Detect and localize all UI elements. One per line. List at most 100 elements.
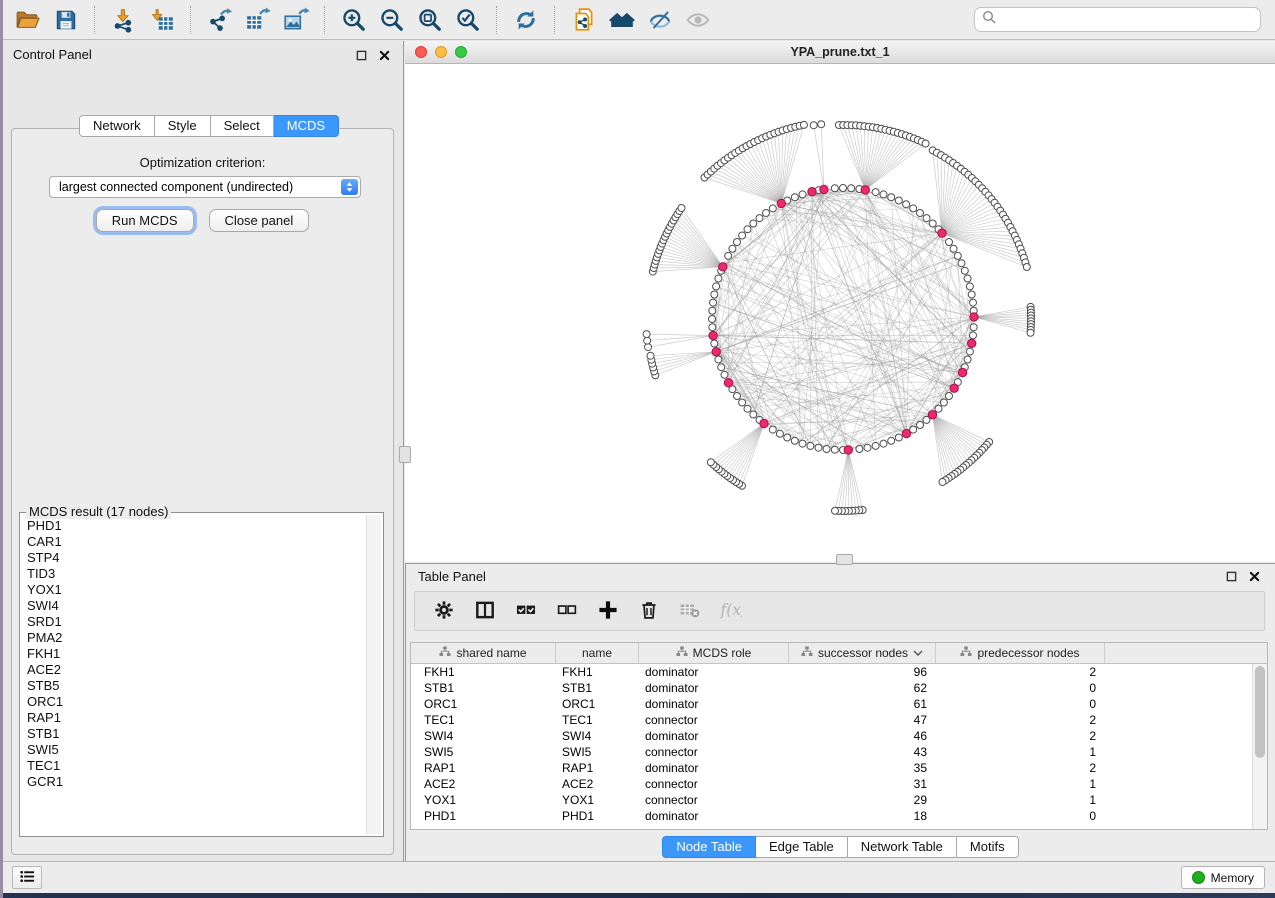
mcds-node[interactable] (938, 229, 946, 237)
cell-predecessor-nodes[interactable]: 1 (936, 744, 1105, 760)
mcds-node[interactable] (844, 446, 852, 454)
mcds-node[interactable] (777, 199, 785, 207)
cell-name[interactable]: FKH1 (556, 664, 639, 680)
column-header-predecessor-nodes[interactable]: predecessor nodes (936, 643, 1105, 663)
cell-mcds-role[interactable]: dominator (639, 728, 789, 744)
add-column-button[interactable] (596, 599, 620, 623)
table-row[interactable]: STB1STB1dominator620 (411, 680, 1267, 696)
cell-name[interactable]: RAP1 (556, 760, 639, 776)
mcds-node[interactable] (902, 429, 910, 437)
cell-successor-nodes[interactable]: 47 (789, 712, 936, 728)
run-mcds-button[interactable]: Run MCDS (96, 209, 194, 232)
column-header-name[interactable]: name (556, 643, 639, 663)
cell-successor-nodes[interactable]: 96 (789, 664, 936, 680)
cell-successor-nodes[interactable]: 18 (789, 808, 936, 824)
cell-successor-nodes[interactable]: 62 (789, 680, 936, 696)
table-row[interactable]: TEC1TEC1connector472 (411, 712, 1267, 728)
vertical-splitter-grip[interactable] (399, 446, 411, 463)
result-node-item[interactable]: YOX1 (27, 582, 366, 598)
preview-button[interactable] (681, 4, 715, 36)
tab-network[interactable]: Network (79, 115, 155, 137)
cell-shared-name[interactable]: FKH1 (411, 664, 556, 680)
mcds-node[interactable] (950, 384, 958, 392)
table-row[interactable]: YOX1YOX1connector291 (411, 792, 1267, 808)
tab-style[interactable]: Style (155, 115, 211, 137)
delete-column-button[interactable] (637, 599, 661, 623)
cell-successor-nodes[interactable]: 35 (789, 760, 936, 776)
cell-successor-nodes[interactable]: 43 (789, 744, 936, 760)
table-row[interactable]: ORC1ORC1dominator610 (411, 696, 1267, 712)
cell-predecessor-nodes[interactable]: 1 (936, 792, 1105, 808)
optimization-select[interactable]: largest connected component (undirected) (49, 176, 361, 198)
cell-shared-name[interactable]: SWI4 (411, 728, 556, 744)
mcds-node[interactable] (808, 188, 816, 196)
column-header-shared-name[interactable]: shared name (411, 643, 556, 663)
cell-name[interactable]: ACE2 (556, 776, 639, 792)
result-node-item[interactable]: FKH1 (27, 646, 366, 662)
cell-predecessor-nodes[interactable]: 0 (936, 808, 1105, 824)
toggle-visual-button[interactable] (643, 4, 677, 36)
cell-mcds-role[interactable]: dominator (639, 680, 789, 696)
tab-node-table[interactable]: Node Table (662, 836, 756, 858)
result-node-item[interactable]: SRD1 (27, 614, 366, 630)
tab-mcds[interactable]: MCDS (274, 115, 339, 137)
cell-shared-name[interactable]: TEC1 (411, 712, 556, 728)
result-node-item[interactable]: TEC1 (27, 758, 366, 774)
cell-predecessor-nodes[interactable]: 1 (936, 776, 1105, 792)
table-row[interactable]: PHD1PHD1dominator180 (411, 808, 1267, 824)
cell-predecessor-nodes[interactable]: 2 (936, 760, 1105, 776)
search-input[interactable] (1001, 10, 1260, 30)
result-node-item[interactable]: STP4 (27, 550, 366, 566)
result-node-item[interactable]: TID3 (27, 566, 366, 582)
cell-predecessor-nodes[interactable]: 0 (936, 680, 1105, 696)
result-scrollbar[interactable] (366, 515, 381, 834)
cell-mcds-role[interactable]: connector (639, 776, 789, 792)
table-row[interactable]: SWI4SWI4dominator462 (411, 728, 1267, 744)
result-node-item[interactable]: ACE2 (27, 662, 366, 678)
cell-shared-name[interactable]: ACE2 (411, 776, 556, 792)
cell-shared-name[interactable]: RAP1 (411, 760, 556, 776)
mcds-node[interactable] (970, 313, 978, 321)
cell-predecessor-nodes[interactable]: 2 (936, 712, 1105, 728)
table-row[interactable]: SWI5SWI5connector431 (411, 744, 1267, 760)
float-table-panel-icon[interactable] (1225, 570, 1238, 583)
table-options-button[interactable] (432, 599, 456, 623)
result-node-item[interactable]: SWI4 (27, 598, 366, 614)
export-image-button[interactable] (279, 4, 313, 36)
import-table-button[interactable] (145, 4, 179, 36)
column-header-successor-nodes[interactable]: successor nodes (789, 643, 936, 663)
cell-successor-nodes[interactable]: 29 (789, 792, 936, 808)
mcds-node[interactable] (928, 411, 936, 419)
mcds-node[interactable] (709, 331, 717, 339)
import-network-button[interactable] (107, 4, 141, 36)
cell-successor-nodes[interactable]: 61 (789, 696, 936, 712)
cell-shared-name[interactable]: PHD1 (411, 808, 556, 824)
result-node-item[interactable]: PMA2 (27, 630, 366, 646)
cell-predecessor-nodes[interactable]: 0 (936, 696, 1105, 712)
mcds-node[interactable] (719, 263, 727, 271)
table-scrollbar[interactable] (1252, 664, 1267, 829)
cell-predecessor-nodes[interactable]: 2 (936, 728, 1105, 744)
mcds-node[interactable] (861, 186, 869, 194)
cell-name[interactable]: SWI5 (556, 744, 639, 760)
cell-shared-name[interactable]: ORC1 (411, 696, 556, 712)
result-node-item[interactable]: STB5 (27, 678, 366, 694)
table-row[interactable]: FKH1FKH1dominator962 (411, 664, 1267, 680)
close-panel-icon[interactable] (378, 49, 391, 62)
show-columns-button[interactable] (473, 599, 497, 623)
cell-mcds-role[interactable]: dominator (639, 664, 789, 680)
mcds-node[interactable] (712, 348, 720, 356)
zoom-in-button[interactable] (337, 4, 371, 36)
column-header-mcds-role[interactable]: MCDS role (639, 643, 789, 663)
mcds-node[interactable] (958, 368, 966, 376)
cell-successor-nodes[interactable]: 31 (789, 776, 936, 792)
cell-successor-nodes[interactable]: 46 (789, 728, 936, 744)
cell-name[interactable]: PHD1 (556, 808, 639, 824)
result-node-item[interactable]: SWI5 (27, 742, 366, 758)
tab-select[interactable]: Select (211, 115, 274, 137)
select-all-button[interactable] (514, 599, 538, 623)
cell-name[interactable]: STB1 (556, 680, 639, 696)
mcds-node[interactable] (760, 419, 768, 427)
mcds-node[interactable] (724, 379, 732, 387)
cell-name[interactable]: TEC1 (556, 712, 639, 728)
